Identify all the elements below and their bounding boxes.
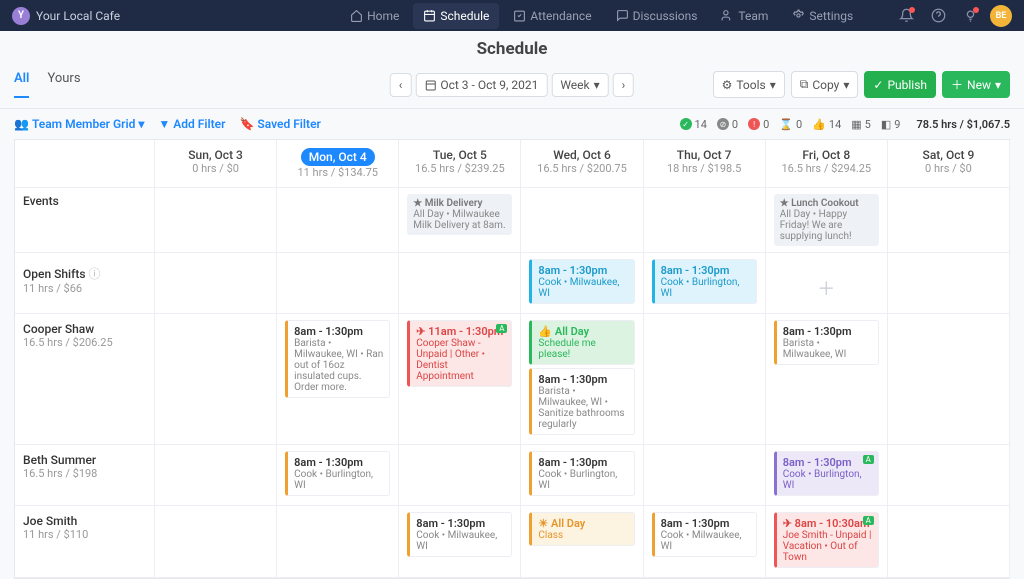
nav-team[interactable]: Team [711,3,778,29]
day-header: Tue, Oct 516.5 hrs / $239.25 [399,140,521,188]
next-button[interactable]: › [613,73,635,97]
nav-discussions[interactable]: Discussions [606,3,708,29]
new-button[interactable]: ＋ New ▾ [942,71,1010,98]
tab-yours[interactable]: Yours [47,71,80,98]
shift-card[interactable]: A8am - 1:30pmCook • Burlington, WI [774,451,879,496]
saved-filter-button[interactable]: 🔖 Saved Filter [239,117,320,131]
avatar[interactable]: BE [990,5,1012,27]
add-filter-button[interactable]: ▼ Add Filter [158,117,225,131]
shift-card[interactable]: 8am - 1:30pmBarista • Milwaukee, WI • Ra… [285,320,390,398]
brand-name: Your Local Cafe [36,9,120,23]
help-icon[interactable] [926,4,950,28]
period-select[interactable]: Week ▾ [551,73,608,97]
shift-card[interactable]: 👍 All DaySchedule me please! [529,320,634,365]
top-nav: Home Schedule Attendance Discussions Tea… [340,3,863,29]
summary-stats: ✓14 ⊘0 !0 ⌛0 👍14 ▦5 ◧9 78.5 hrs / $1,067… [680,118,1010,131]
event-card[interactable]: ★ Milk DeliveryAll Day • Milwaukee Milk … [407,194,512,235]
tab-all[interactable]: All [14,71,29,98]
shift-card[interactable]: A✈ 8am - 10:30amJoe Smith - Unpaid | Vac… [774,512,879,568]
nav-schedule[interactable]: Schedule [413,3,499,29]
day-header: Fri, Oct 816.5 hrs / $294.25 [766,140,888,188]
nav-attendance[interactable]: Attendance [503,3,601,29]
shift-card[interactable]: 8am - 1:30pmCook • Milwaukee, WI [652,512,757,557]
shift-card[interactable]: 8am - 1:30pmCook • Burlington, WI [285,451,390,496]
row-open: Open Shifts ⓘ11 hrs / $66 [15,253,155,314]
day-header: Mon, Oct 411 hrs / $134.75 [277,140,399,188]
publish-button[interactable]: ✓ Publish [864,71,936,98]
brand[interactable]: Y Your Local Cafe [12,7,120,25]
nav-home[interactable]: Home [340,3,409,29]
bell-icon[interactable] [894,4,918,28]
brand-badge: Y [12,7,30,25]
row-member: Joe Smith11 hrs / $110 [15,506,155,578]
team-grid-select[interactable]: 👥 Team Member Grid ▾ [14,117,144,131]
day-header: Sun, Oct 30 hrs / $0 [155,140,277,188]
page-title: Schedule [0,31,1024,67]
shift-card[interactable]: 8am - 1:30pmBarista • Milwaukee, WI [774,320,879,365]
shift-card[interactable]: 8am - 1:30pmCook • Milwaukee, WI [407,512,512,557]
row-events: Events [15,188,155,253]
date-range-button[interactable]: Oct 3 - Oct 9, 2021 [415,73,547,97]
shift-card[interactable]: A✈ 11am - 1:30pmCooper Shaw - Unpaid | O… [407,320,512,387]
top-bar: Y Your Local Cafe Home Schedule Attendan… [0,0,1024,31]
schedule-grid: Sun, Oct 30 hrs / $0 Mon, Oct 411 hrs / … [14,139,1010,579]
shift-card[interactable]: 8am - 1:30pmBarista • Milwaukee, WI • Sa… [529,368,634,435]
shift-card[interactable]: ☀ All DayClass [529,512,634,546]
add-shift-button[interactable]: ＋ [766,253,888,314]
light-icon[interactable] [958,4,982,28]
prev-button[interactable]: ‹ [390,73,412,97]
view-tabs: All Yours [14,71,81,98]
day-header: Wed, Oct 616.5 hrs / $200.75 [521,140,643,188]
nav-settings[interactable]: Settings [782,3,863,29]
open-shift-card[interactable]: 8am - 1:30pmCook • Burlington, WI [652,259,757,304]
tools-button[interactable]: ⚙ Tools ▾ [713,71,785,98]
day-header: Thu, Oct 718 hrs / $198.5 [644,140,766,188]
row-member: Cooper Shaw16.5 hrs / $206.25 [15,314,155,445]
event-card[interactable]: ★ Lunch CookoutAll Day • Happy Friday! W… [774,194,879,246]
copy-button[interactable]: ⧉ Copy ▾ [791,71,859,98]
row-member: Beth Summer16.5 hrs / $198 [15,445,155,506]
top-icons: BE [894,4,1012,28]
shift-card[interactable]: 8am - 1:30pmCook • Burlington, WI [529,451,634,496]
day-header: Sat, Oct 90 hrs / $0 [888,140,1010,188]
open-shift-card[interactable]: 8am - 1:30pmCook • Milwaukee, WI [529,259,634,304]
